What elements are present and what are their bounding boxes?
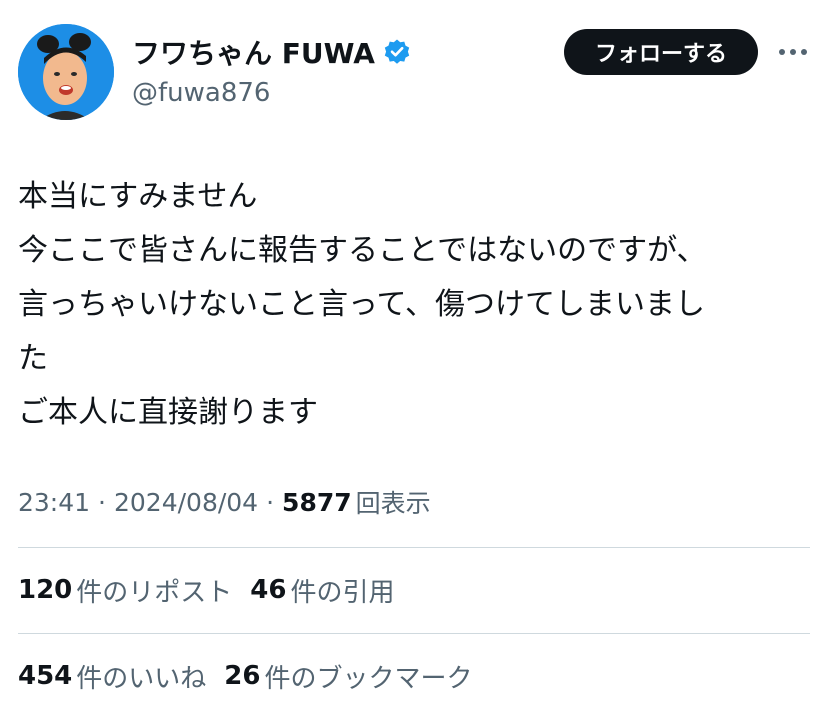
follow-button[interactable]: フォローする [564,29,758,75]
author-display-name[interactable]: フワちゃん FUWA [132,32,375,72]
avatar-photo [18,24,114,120]
reposts-label: 件のリポスト [76,577,233,608]
views-label: 回表示 [355,489,431,518]
author-handle[interactable]: @fuwa876 [132,78,411,108]
tweet-text-line: 本当にすみません [18,179,258,214]
reposts-count: 120 [18,575,73,605]
quotes-stat[interactable]: 46 件の引用 [250,572,394,609]
tweet-date[interactable]: 2024/08/04 [114,488,258,517]
tweet-detail: フワちゃん FUWA @fuwa876 フォローする 本当にすみません 今ここで… [0,0,828,707]
tweet-text-line: ご本人に直接謝ります [18,395,318,430]
quotes-count: 46 [250,575,287,605]
tweet-time[interactable]: 23:41 [18,488,90,517]
tweet-text: 本当にすみません 今ここで皆さんに報告することではないのですが、 言っちゃいけな… [18,170,808,440]
avatar[interactable] [18,24,114,120]
divider [18,633,810,634]
tweet-text-line: 今ここで皆さんに報告することではないのですが、 [18,233,707,268]
author-info: フワちゃん FUWA @fuwa876 [132,32,411,108]
verified-badge-icon[interactable] [383,38,411,66]
more-horizontal-icon[interactable] [776,36,810,68]
stats-row-reposts: 120 件のリポスト 46 件の引用 [18,570,413,610]
reposts-stat[interactable]: 120 件のリポスト [18,572,232,609]
meta-separator: · [98,487,106,517]
tweet-text-line: 言っちゃいけないこと言って、傷つけてしまいまし [18,287,705,322]
likes-label: 件のいいね [76,663,207,694]
bookmarks-count: 26 [224,661,261,691]
views-count: 5877 [282,487,352,517]
meta-separator: · [266,487,275,517]
likes-stat[interactable]: 454 件のいいね [18,658,206,695]
bookmarks-stat[interactable]: 26 件のブックマーク [224,658,472,695]
bookmarks-label: 件のブックマーク [264,663,473,694]
stats-row-likes: 454 件のいいね 26 件のブックマーク [18,656,491,696]
likes-count: 454 [18,661,73,691]
tweet-meta: 23:41 · 2024/08/04 · 5877 回表示 [18,482,431,522]
tweet-header: フワちゃん FUWA @fuwa876 フォローする [18,24,810,124]
display-name-row: フワちゃん FUWA [132,32,411,72]
divider [18,547,810,548]
quotes-label: 件の引用 [290,577,395,608]
tweet-text-line: た [18,341,48,376]
